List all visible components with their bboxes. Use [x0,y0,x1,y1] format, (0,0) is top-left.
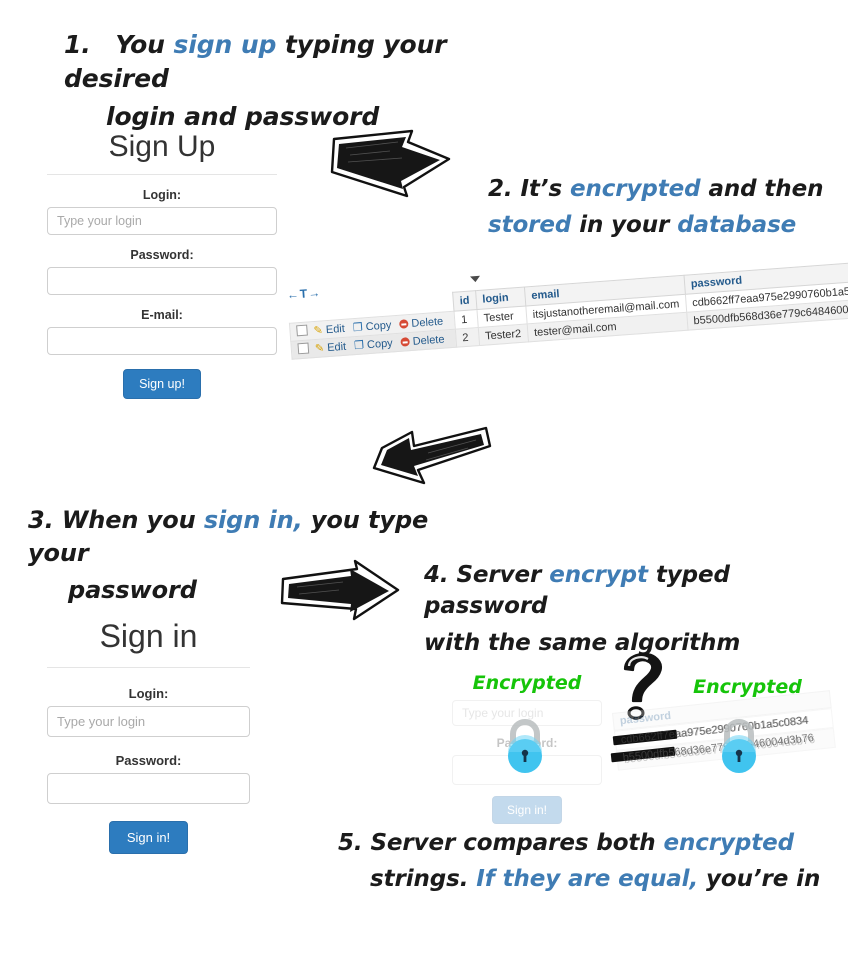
signin-login-label: Login: [128,686,169,701]
step-2-number: 2. [488,176,513,202]
signup-email-label: E-mail: [141,308,183,322]
step-3-line2: password [68,576,197,605]
step-2-highlight-stored: stored [488,212,572,239]
step-3-line1-a: When you [53,506,204,534]
copy-icon: ❐ [352,321,364,335]
signin-login-input[interactable] [47,706,250,737]
step-5-highlight-encrypted: encrypted [663,830,795,856]
delete-icon [400,337,411,347]
database-table[interactable]: ←T→ id login email password ✎ Edit ❐ Cop… [286,239,848,360]
copy-link[interactable]: Copy [365,319,391,333]
arrow-signin-to-encrypt [277,557,403,629]
sort-caret-icon[interactable] [470,275,481,283]
step-5-highlight-equal: If they are equal, [476,866,699,893]
edit-icon: ✎ [313,324,324,338]
step-1-text: 1. You sign up typing your desired login… [64,28,534,134]
signup-submit-button[interactable]: Sign up! [123,369,201,399]
signup-email-input[interactable] [47,327,277,355]
cell-id[interactable]: 2 [455,327,480,348]
ghost-submit-button: Sign in! [491,796,563,824]
step-1-line2: login and password [106,102,380,131]
step-2-line1-a: It’s [512,176,570,202]
step-2-text: 2. It’s encrypted and then stored in you… [488,174,828,242]
delete-link[interactable]: Delete [411,316,444,330]
cell-login[interactable]: Tester2 [477,323,529,346]
cell-id[interactable]: 1 [453,309,478,330]
edit-link[interactable]: Edit [325,323,345,336]
signup-divider [47,174,277,175]
edit-icon: ✎ [314,342,325,356]
padlock-icon-right [711,712,767,779]
step-3-number: 3. [28,506,54,534]
edit-link[interactable]: Edit [327,341,347,354]
step-2-highlight-database: database [677,212,797,239]
signup-form[interactable]: Sign Up Login: Password: E-mail: Sign up… [47,130,277,399]
copy-icon: ❐ [353,339,365,353]
padlock-icon-left [497,712,553,779]
signup-login-input[interactable] [47,207,277,235]
step-5-line1-a: Server compares both [362,830,664,856]
delete-link[interactable]: Delete [412,334,445,348]
encrypted-label-left: Encrypted [472,672,582,694]
signin-title: Sign in [99,618,198,654]
step-1-highlight: sign up [173,30,277,59]
signin-password-label: Password: [115,753,182,768]
row-checkbox[interactable] [296,324,308,337]
signup-login-label: Login: [142,188,182,202]
delete-icon [399,319,409,329]
arrow-signup-to-database [328,126,456,200]
db-col-id[interactable]: id [452,290,477,312]
signup-password-input[interactable] [47,267,277,295]
step-2-line2-mid: in your [571,212,678,239]
step-5-line2-a: strings. [370,866,477,893]
step-5-line2-b: you’re in [698,866,821,893]
arrow-database-to-signin [368,418,492,498]
step-2-line1-b: and then [700,176,824,202]
signin-divider [47,667,250,668]
signup-password-label: Password: [130,248,194,262]
signin-submit-button[interactable]: Sign in! [108,821,189,854]
step-4-highlight: encrypt [549,562,648,588]
step-5-text: 5. Server compares both encrypted string… [338,828,838,896]
row-checkbox[interactable] [297,342,310,355]
step-3-highlight: sign in, [203,506,303,534]
step-2-highlight-encrypted: encrypted [569,176,701,202]
step-4-line1-a: Server [448,562,550,588]
step-5-number: 5. [338,830,363,856]
copy-link[interactable]: Copy [367,337,393,351]
signup-title: Sign Up [108,130,216,163]
step-1-number: 1. [64,30,91,59]
signin-form[interactable]: Sign in Login: Password: Sign in! [47,618,250,854]
step-4-number: 4. [424,562,449,588]
signin-password-input[interactable] [47,773,250,804]
step-1-line1-a: You [115,30,174,59]
